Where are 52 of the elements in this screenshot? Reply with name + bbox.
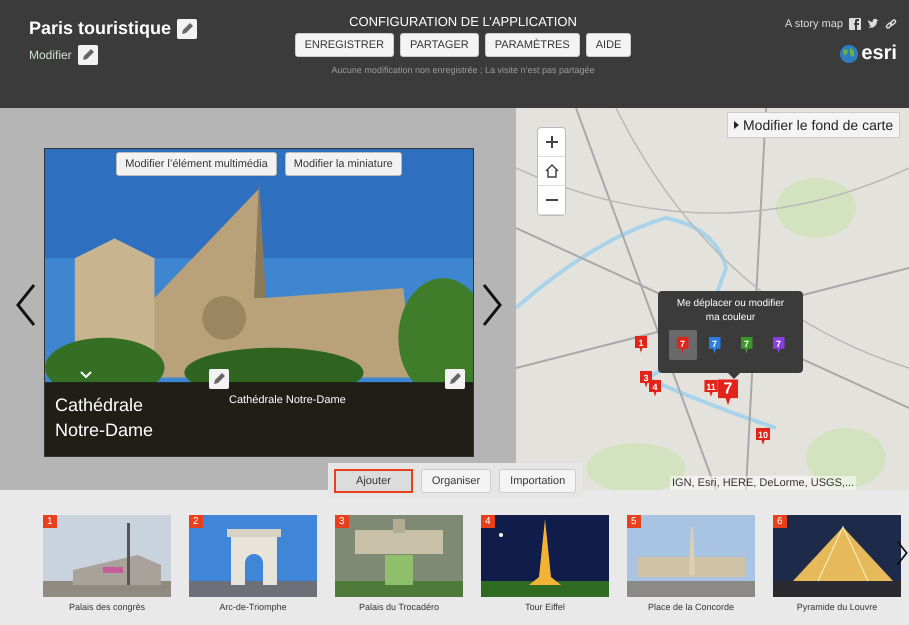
marker-swatch: 7 bbox=[740, 336, 752, 354]
thumbnail-caption[interactable]: Arc-de-Triomphe bbox=[219, 602, 287, 612]
thumbnail-caption[interactable]: Place de la Concorde bbox=[648, 602, 734, 612]
edit-link[interactable]: Modifier bbox=[29, 48, 72, 62]
number-badge: 3 bbox=[335, 515, 349, 528]
edit-caption-icon[interactable] bbox=[209, 369, 229, 389]
edit-title-icon[interactable] bbox=[445, 369, 465, 389]
color-option[interactable]: 7 bbox=[764, 330, 792, 360]
brand-logo: esri bbox=[861, 42, 897, 65]
link-icon[interactable] bbox=[885, 18, 897, 30]
config-title: CONFIGURATION DE L’APPLICATION bbox=[349, 14, 577, 29]
header-button[interactable]: PARAMÈTRES bbox=[484, 33, 580, 57]
number-badge: 1 bbox=[43, 515, 57, 528]
status-text: Aucune modification non enregistrée ; La visite n’est pas partagée bbox=[331, 65, 595, 75]
plus-icon bbox=[544, 134, 560, 150]
minus-icon bbox=[544, 199, 560, 201]
globe-icon bbox=[839, 44, 860, 64]
home-icon bbox=[544, 163, 560, 179]
basemap-button[interactable]: Modifier le fond de carte bbox=[727, 112, 900, 138]
thumbnail-caption[interactable]: Pyramide du Louvre bbox=[796, 602, 878, 612]
thumbnail-caption[interactable]: Palais du Trocadéro bbox=[358, 602, 440, 612]
color-option[interactable]: 7 bbox=[732, 330, 760, 360]
story-title: Paris touristique bbox=[29, 18, 172, 39]
story-map-label: A story map bbox=[784, 18, 843, 30]
marker-swatch: 7 bbox=[772, 336, 784, 354]
number-badge: 4 bbox=[481, 515, 495, 528]
twitter-icon[interactable] bbox=[867, 18, 879, 30]
number-badge: 6 bbox=[773, 515, 787, 528]
header-button[interactable]: ENREGISTRER bbox=[294, 33, 394, 57]
map-attribution: IGN, Esri, HERE, DeLorme, USGS,... bbox=[670, 476, 856, 490]
thumbnail-caption[interactable]: Palais des congrès bbox=[68, 602, 146, 612]
number-badge: 2 bbox=[189, 515, 203, 528]
media-title: Cathédrale Notre-Dame bbox=[55, 394, 154, 442]
media-button[interactable]: Modifier la miniature bbox=[284, 152, 402, 176]
number-badge: 5 bbox=[627, 515, 641, 528]
header-button[interactable]: PARTAGER bbox=[400, 33, 479, 57]
media-caption: Cathédrale Notre-Dame bbox=[229, 394, 346, 406]
thumbnail-caption[interactable]: Tour Eiffel bbox=[525, 602, 565, 612]
color-option[interactable]: 7 bbox=[700, 330, 728, 360]
facebook-icon[interactable] bbox=[849, 18, 861, 30]
action-button[interactable]: Organiser bbox=[420, 469, 492, 493]
marker-swatch: 7 bbox=[708, 336, 720, 354]
color-option[interactable]: 7 bbox=[668, 330, 696, 360]
marker-swatch: 7 bbox=[676, 336, 688, 354]
edit-icon[interactable] bbox=[78, 45, 98, 65]
action-button[interactable]: Importation bbox=[499, 469, 576, 493]
action-button[interactable]: Ajouter bbox=[334, 469, 413, 493]
caret-icon bbox=[734, 121, 739, 129]
edit-title-icon[interactable] bbox=[177, 18, 198, 38]
header-button[interactable]: AIDE bbox=[586, 33, 632, 57]
media-button[interactable]: Modifier l’élément multimédia bbox=[116, 152, 277, 176]
popup-title: Me déplacer ou modifier ma couleur bbox=[676, 297, 786, 325]
